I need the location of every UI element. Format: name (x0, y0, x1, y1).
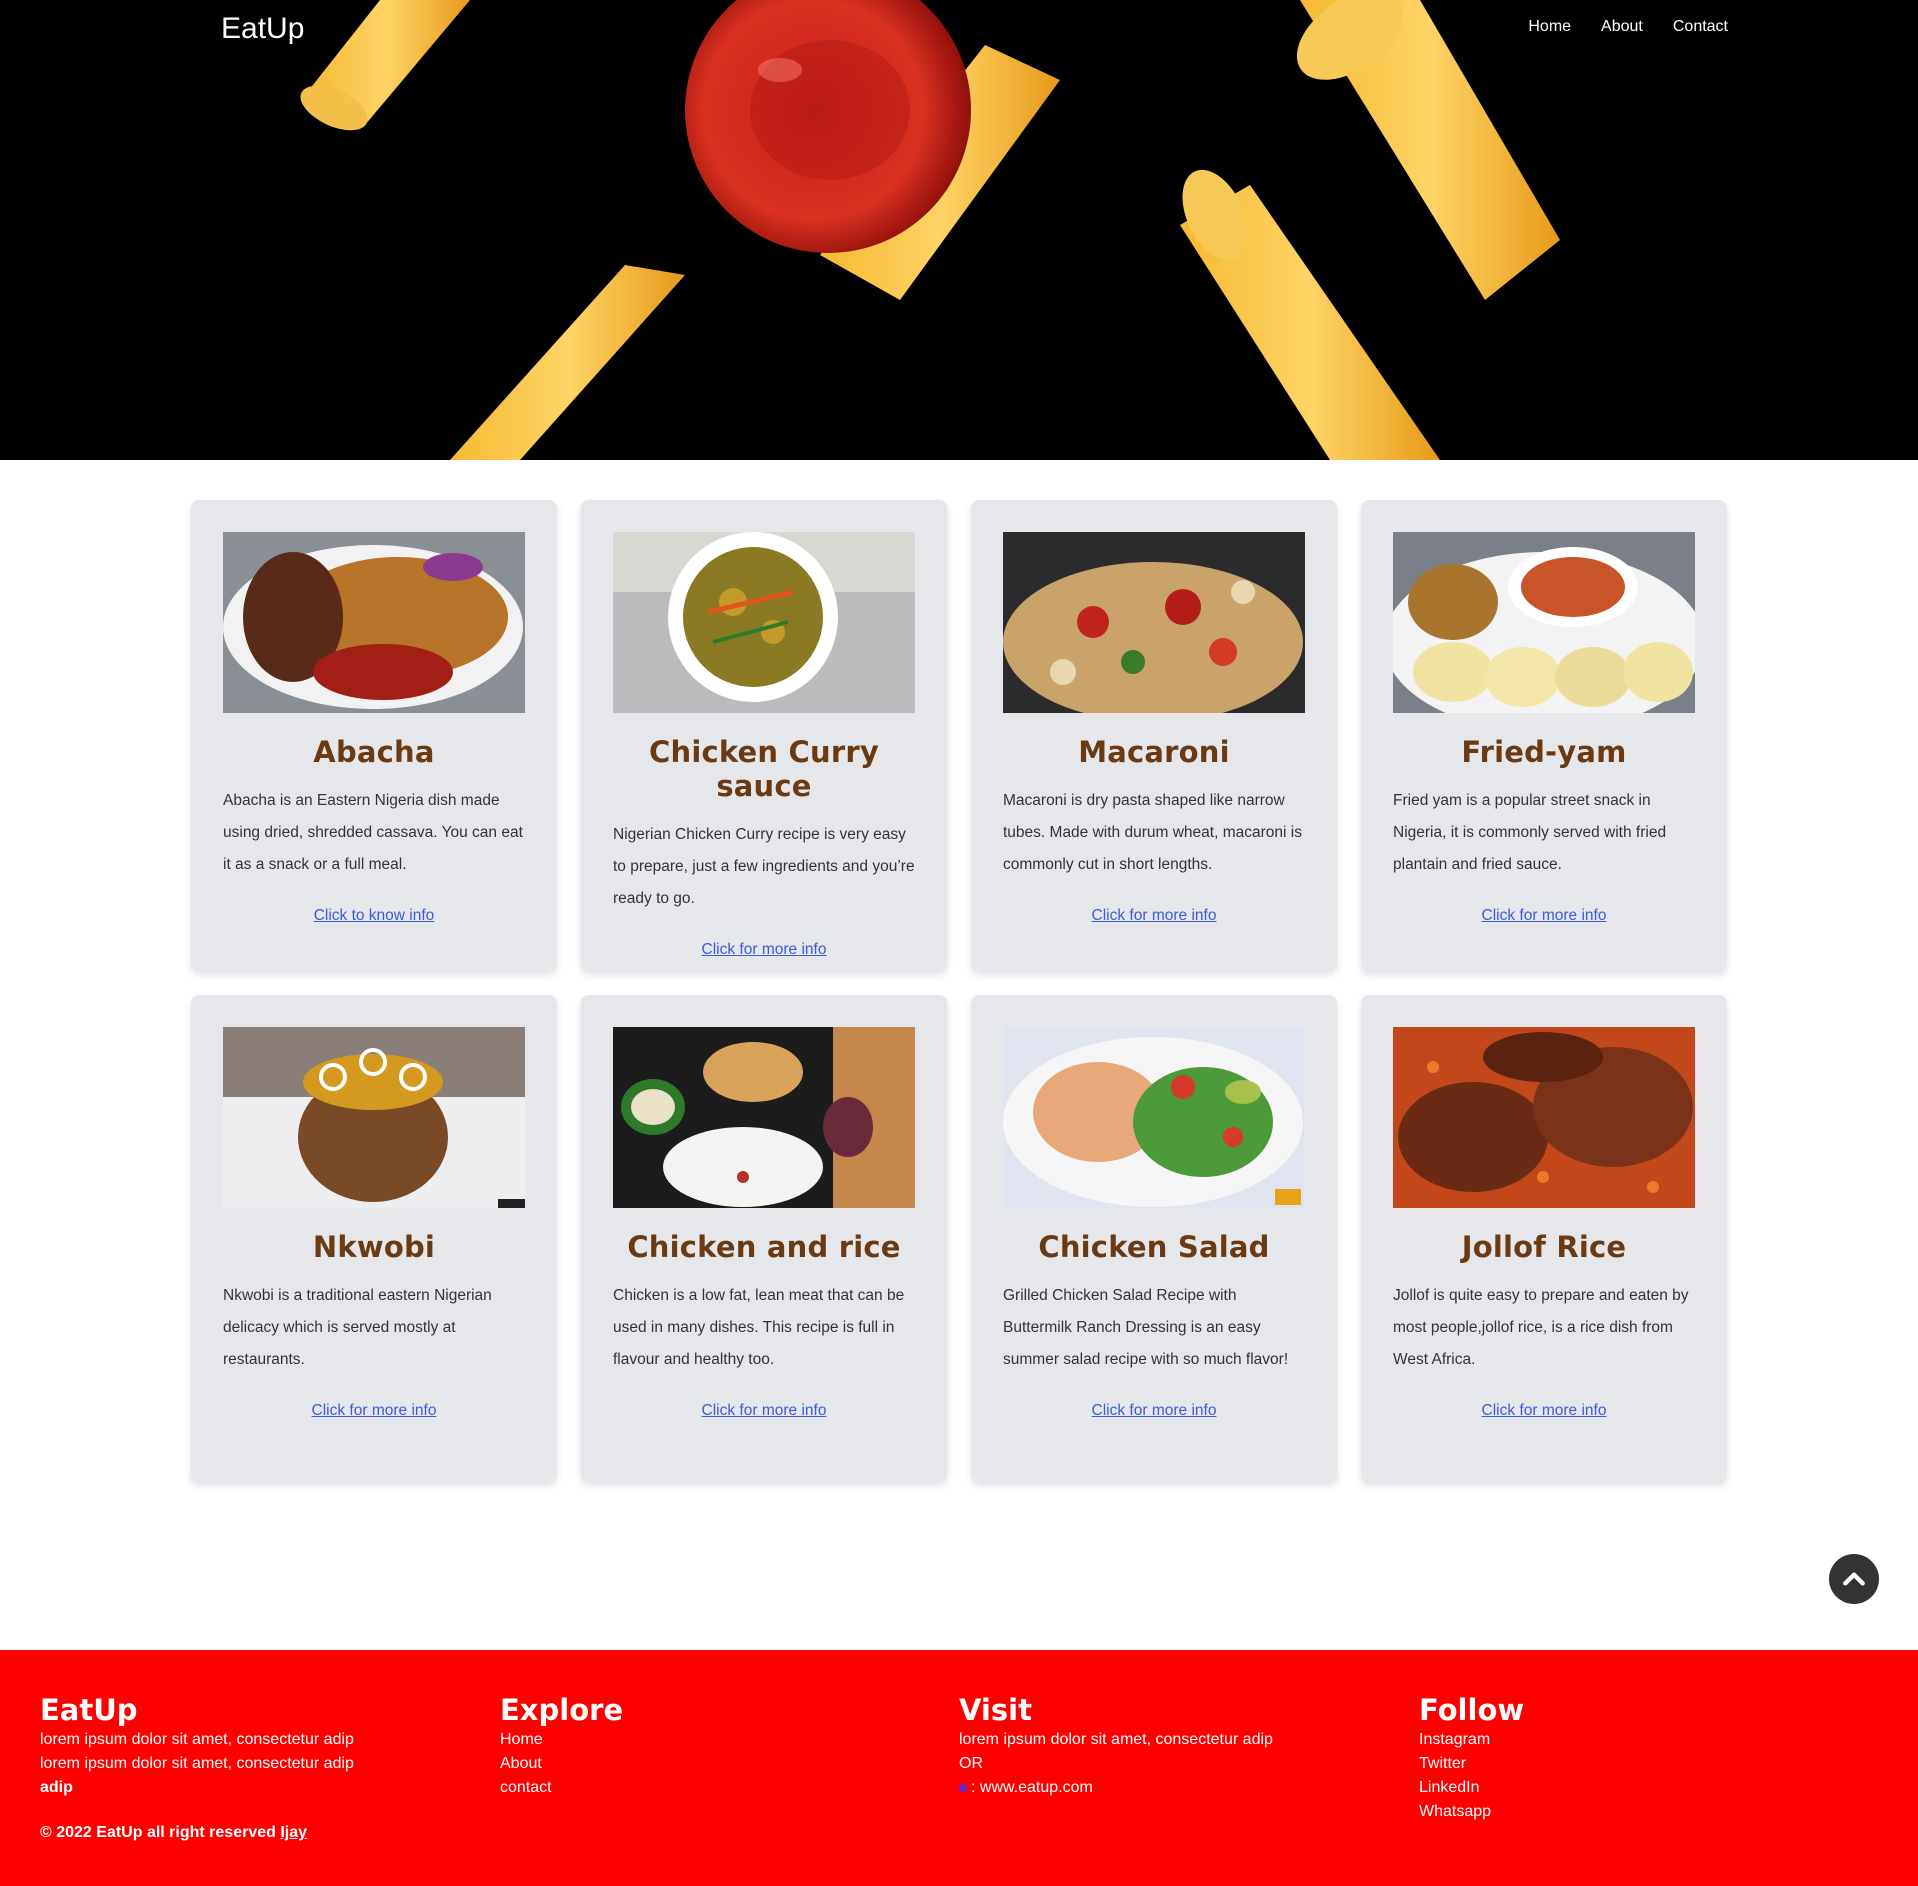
food-image-chicken-curry (613, 532, 915, 713)
hero-banner: EatUp Home About Contact (0, 0, 1918, 460)
food-card-nkwobi: Nkwobi Nkwobi is a traditional eastern N… (191, 995, 557, 1482)
footer-explore: Explore Home About contact (500, 1692, 940, 1800)
food-card-chicken-curry: Chicken Curry sauce Nigerian Chicken Cur… (581, 500, 947, 971)
food-image-macaroni (1003, 532, 1305, 713)
card-title: Macaroni (1078, 735, 1230, 769)
chevron-up-icon (1843, 1572, 1865, 1586)
food-cards-grid: Abacha Abacha is an Eastern Nigeria dish… (191, 500, 1727, 1482)
food-image-nkwobi (223, 1027, 525, 1208)
food-image-fried-yam (1393, 532, 1695, 713)
card-description: Macaroni is dry pasta shaped like narrow… (1003, 792, 1302, 873)
logo[interactable]: EatUp (221, 12, 304, 46)
scroll-top-button[interactable] (1829, 1554, 1879, 1604)
card-title: Abacha (313, 735, 435, 769)
footer-visit-or: OR (959, 1755, 983, 1772)
footer-visit-title: Visit (959, 1693, 1032, 1727)
footer-visit: Visit lorem ipsum dolor sit amet, consec… (959, 1692, 1399, 1800)
footer-link-linkedin[interactable]: LinkedIn (1419, 1776, 1859, 1800)
footer-link-twitter[interactable]: Twitter (1419, 1752, 1859, 1776)
footer-link-instagram[interactable]: Instagram (1419, 1728, 1859, 1752)
food-card-chicken-salad: Chicken Salad Grilled Chicken Salad Reci… (971, 995, 1337, 1482)
card-title: Fried-yam (1461, 735, 1627, 769)
nav-contact[interactable]: Contact (1673, 18, 1728, 36)
footer-explore-title: Explore (500, 1693, 624, 1727)
card-description: Chicken is a low fat, lean meat that can… (613, 1287, 905, 1368)
footer-link-about[interactable]: About (500, 1752, 940, 1776)
footer-link-home[interactable]: Home (500, 1728, 940, 1752)
top-nav: Home About Contact (1528, 18, 1728, 36)
footer-follow: Follow Instagram Twitter LinkedIn Whatsa… (1419, 1692, 1859, 1824)
footer-brand-text: lorem ipsum dolor sit amet, consectetur … (40, 1755, 354, 1772)
food-card-fried-yam: Fried-yam Fried yam is a popular street … (1361, 500, 1727, 971)
card-description: Nigerian Chicken Curry recipe is very ea… (613, 826, 915, 907)
footer-link-contact[interactable]: contact (500, 1776, 940, 1800)
copyright: © 2022 EatUp all right reserved Ijay (40, 1824, 307, 1842)
food-image-chicken-salad (1003, 1027, 1305, 1208)
card-title: Chicken Salad (1038, 1230, 1270, 1264)
card-title: Chicken Curry sauce (648, 735, 879, 803)
copyright-author-link[interactable]: Ijay (280, 1824, 307, 1841)
footer-brand-text: adip (40, 1779, 73, 1796)
card-description: Grilled Chicken Salad Recipe with Butter… (1003, 1287, 1289, 1368)
card-description: Jollof is quite easy to prepare and eate… (1393, 1287, 1689, 1368)
footer-brand-title: EatUp (40, 1693, 138, 1727)
food-card-abacha: Abacha Abacha is an Eastern Nigeria dish… (191, 500, 557, 971)
food-card-chicken-rice: Chicken and rice Chicken is a low fat, l… (581, 995, 947, 1482)
card-more-link[interactable]: Click for more info (1393, 907, 1695, 925)
footer-link-whatsapp[interactable]: Whatsapp (1419, 1800, 1859, 1824)
footer-brand: EatUp lorem ipsum dolor sit amet, consec… (40, 1692, 480, 1800)
card-more-link[interactable]: Click for more info (1003, 907, 1305, 925)
card-more-link[interactable]: Click for more info (1393, 1402, 1695, 1420)
hero-pasta-image (300, 0, 1560, 460)
card-description: Nkwobi is a traditional eastern Nigerian… (223, 1287, 492, 1368)
card-description: Fried yam is a popular street snack in N… (1393, 792, 1667, 873)
card-more-link[interactable]: Click for more info (613, 941, 915, 959)
food-image-abacha (223, 532, 525, 713)
footer-visit-website[interactable]: : www.eatup.com (959, 1776, 1399, 1800)
card-title: Jollof Rice (1461, 1230, 1627, 1264)
footer-brand-text: lorem ipsum dolor sit amet, consectetur … (40, 1731, 354, 1748)
card-more-link[interactable]: Click for more info (223, 1402, 525, 1420)
food-image-chicken-rice (613, 1027, 915, 1208)
nav-about[interactable]: About (1601, 18, 1643, 36)
card-more-link[interactable]: Click for more info (613, 1402, 915, 1420)
nav-home[interactable]: Home (1528, 18, 1571, 36)
globe-icon (959, 1783, 967, 1792)
footer: EatUp lorem ipsum dolor sit amet, consec… (0, 1650, 1918, 1886)
food-card-jollof-rice: Jollof Rice Jollof is quite easy to prep… (1361, 995, 1727, 1482)
card-description: Abacha is an Eastern Nigeria dish made u… (223, 792, 523, 873)
footer-follow-title: Follow (1419, 1693, 1525, 1727)
card-title: Chicken and rice (627, 1230, 901, 1264)
footer-website-text: : www.eatup.com (971, 1779, 1093, 1796)
card-more-link[interactable]: Click to know info (223, 907, 525, 925)
food-image-jollof-rice (1393, 1027, 1695, 1208)
card-title: Nkwobi (312, 1230, 436, 1264)
card-more-link[interactable]: Click for more info (1003, 1402, 1305, 1420)
food-card-macaroni: Macaroni Macaroni is dry pasta shaped li… (971, 500, 1337, 971)
copyright-text: © 2022 EatUp all right reserved (40, 1824, 281, 1841)
footer-visit-text: lorem ipsum dolor sit amet, consectetur … (959, 1731, 1273, 1748)
